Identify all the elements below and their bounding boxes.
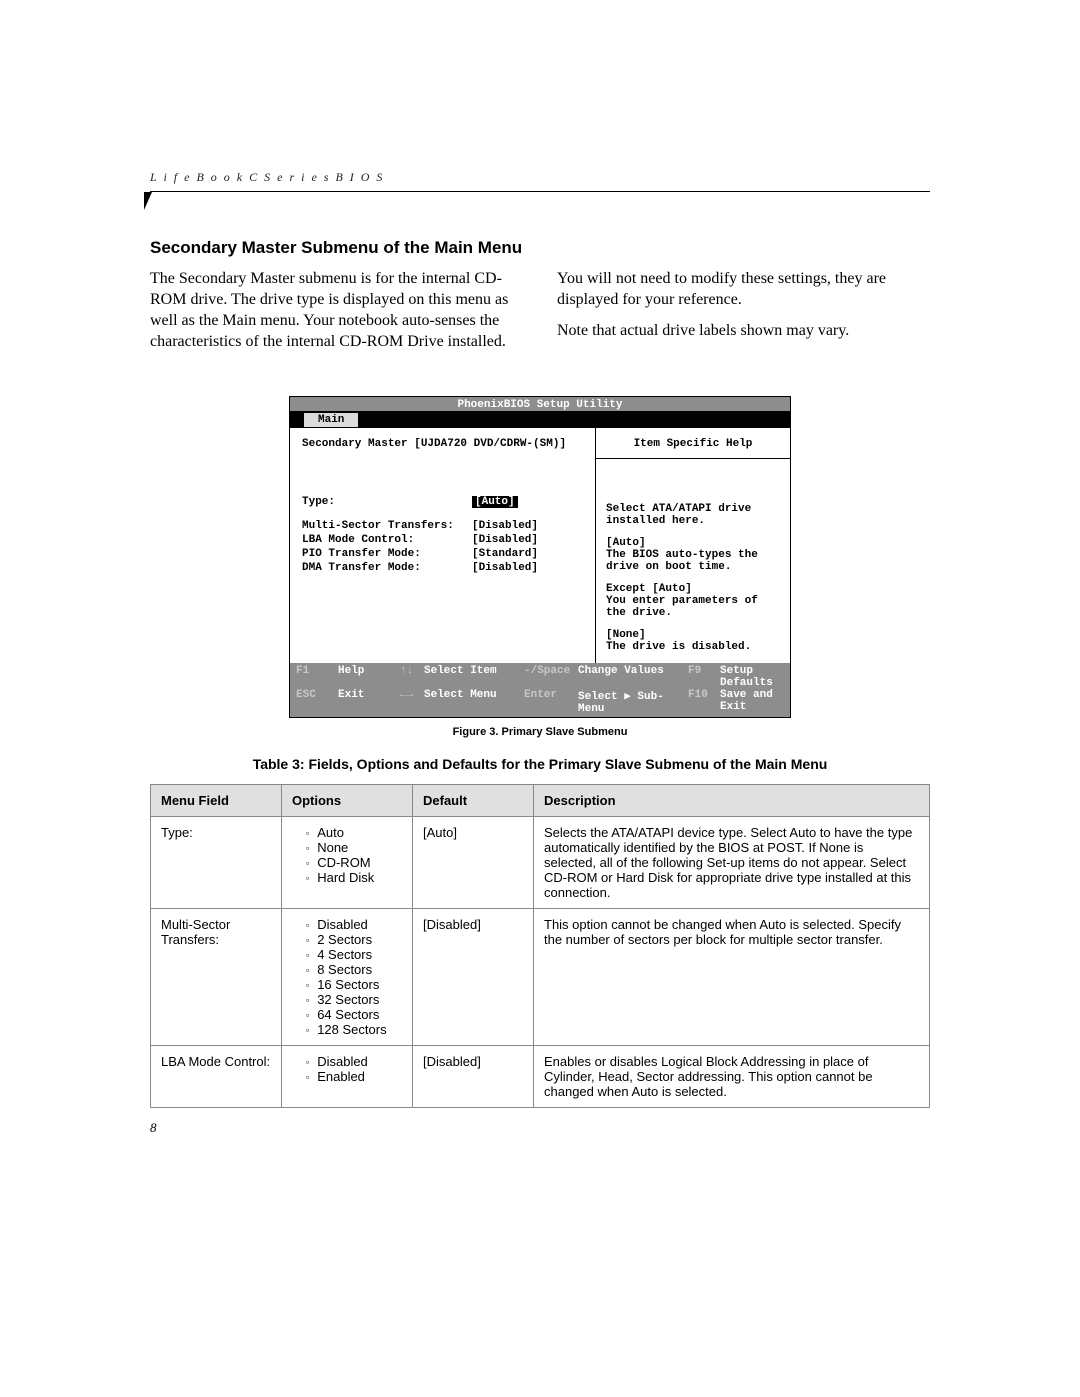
bios-select-item-label: Select Item (424, 665, 524, 689)
option-item: Disabled (306, 1054, 402, 1069)
bios-pio-label: PIO Transfer Mode: (302, 548, 472, 560)
option-item: Disabled (306, 917, 402, 932)
option-item: None (306, 840, 402, 855)
table-title: Table 3: Fields, Options and Defaults fo… (150, 756, 930, 772)
bios-type-label: Type: (302, 496, 472, 508)
bios-key-f1: F1 (296, 665, 338, 689)
option-item: Hard Disk (306, 870, 402, 885)
bios-exit-label: Exit (338, 689, 400, 715)
bios-breadcrumb: Secondary Master [UJDA720 DVD/CDRW-(SM)] (302, 438, 583, 450)
bios-help-l2: installed here. (606, 515, 780, 527)
bios-mst-value: [Disabled] (472, 520, 538, 532)
bios-help-l10: The drive is disabled. (606, 641, 780, 653)
running-header: L i f e B o o k C S e r i e s B I O S (150, 170, 930, 192)
bios-help-l9: [None] (606, 629, 780, 641)
bios-key-leftright: ←→ (400, 689, 424, 715)
bios-help-label: Help (338, 665, 400, 689)
spec-table: Menu Field Options Default Description T… (150, 784, 930, 1108)
table-row: Type:AutoNoneCD-ROMHard Disk[Auto]Select… (151, 817, 930, 909)
cell-menu-field: Multi-Sector Transfers: (151, 909, 282, 1046)
header-flag-icon (144, 192, 152, 210)
bios-tab-row: Main (290, 411, 790, 427)
bios-footer: F1 Help ↑↓ Select Item -/Space Change Va… (290, 663, 790, 717)
option-item: 16 Sectors (306, 977, 402, 992)
bios-help-l3: [Auto] (606, 537, 780, 549)
bios-left-pane: Secondary Master [UJDA720 DVD/CDRW-(SM)]… (290, 428, 596, 663)
table-row: Multi-Sector Transfers:Disabled2 Sectors… (151, 909, 930, 1046)
intro-col1-p1: The Secondary Master submenu is for the … (150, 268, 523, 352)
section-title: Secondary Master Submenu of the Main Men… (150, 238, 930, 258)
bios-tab-main: Main (304, 413, 358, 427)
bios-mst-label: Multi-Sector Transfers: (302, 520, 472, 532)
cell-options: AutoNoneCD-ROMHard Disk (282, 817, 413, 909)
cell-default: [Auto] (413, 817, 534, 909)
option-item: CD-ROM (306, 855, 402, 870)
bios-help-l4: The BIOS auto-types the (606, 549, 780, 561)
bios-help-l5: drive on boot time. (606, 561, 780, 573)
option-item: 32 Sectors (306, 992, 402, 1007)
bios-dma-label: DMA Transfer Mode: (302, 562, 472, 574)
bios-screenshot: PhoenixBIOS Setup Utility Main Secondary… (289, 396, 791, 718)
bios-key-minus-space: -/Space (524, 665, 578, 689)
bios-help-l1: Select ATA/ATAPI drive (606, 503, 780, 515)
option-item: 8 Sectors (306, 962, 402, 977)
th-default: Default (413, 785, 534, 817)
figure-caption: Figure 3. Primary Slave Submenu (150, 726, 930, 738)
option-item: 128 Sectors (306, 1022, 402, 1037)
bios-help-l6: Except [Auto] (606, 583, 780, 595)
bios-help-title: Item Specific Help (596, 428, 790, 459)
bios-setup-defaults-label: Setup Defaults (720, 665, 784, 689)
bios-key-updown: ↑↓ (400, 665, 424, 689)
bios-dma-value: [Disabled] (472, 562, 538, 574)
option-item: 64 Sectors (306, 1007, 402, 1022)
th-description: Description (534, 785, 930, 817)
bios-key-enter: Enter (524, 689, 578, 715)
bios-pio-value: [Standard] (472, 548, 538, 560)
cell-description: Enables or disables Logical Block Addres… (534, 1046, 930, 1108)
bios-type-value: [Auto] (472, 496, 518, 508)
cell-menu-field: Type: (151, 817, 282, 909)
bios-key-f10: F10 (688, 689, 720, 715)
bios-select-menu-label: Select Menu (424, 689, 524, 715)
bios-change-values-label: Change Values (578, 665, 688, 689)
cell-default: [Disabled] (413, 909, 534, 1046)
cell-options: DisabledEnabled (282, 1046, 413, 1108)
table-row: LBA Mode Control:DisabledEnabled[Disable… (151, 1046, 930, 1108)
bios-key-esc: ESC (296, 689, 338, 715)
bios-help-pane: Item Specific Help Select ATA/ATAPI driv… (596, 428, 790, 663)
cell-default: [Disabled] (413, 1046, 534, 1108)
th-menu-field: Menu Field (151, 785, 282, 817)
bios-help-l8: the drive. (606, 607, 780, 619)
cell-menu-field: LBA Mode Control: (151, 1046, 282, 1108)
option-item: Enabled (306, 1069, 402, 1084)
bios-key-f9: F9 (688, 665, 720, 689)
bios-lba-label: LBA Mode Control: (302, 534, 472, 546)
bios-select-submenu-label: Select ▶ Sub-Menu (578, 689, 688, 715)
option-item: Auto (306, 825, 402, 840)
intro-columns: The Secondary Master submenu is for the … (150, 268, 930, 362)
intro-col2-p1: You will not need to modify these settin… (557, 268, 930, 310)
cell-description: This option cannot be changed when Auto … (534, 909, 930, 1046)
option-item: 4 Sectors (306, 947, 402, 962)
bios-title: PhoenixBIOS Setup Utility (290, 397, 790, 411)
bios-lba-value: [Disabled] (472, 534, 538, 546)
th-options: Options (282, 785, 413, 817)
cell-description: Selects the ATA/ATAPI device type. Selec… (534, 817, 930, 909)
option-item: 2 Sectors (306, 932, 402, 947)
intro-col2-p2: Note that actual drive labels shown may … (557, 320, 930, 341)
page-number: 8 (150, 1120, 930, 1136)
bios-save-exit-label: Save and Exit (720, 689, 784, 715)
cell-options: Disabled2 Sectors4 Sectors8 Sectors16 Se… (282, 909, 413, 1046)
bios-help-l7: You enter parameters of (606, 595, 780, 607)
